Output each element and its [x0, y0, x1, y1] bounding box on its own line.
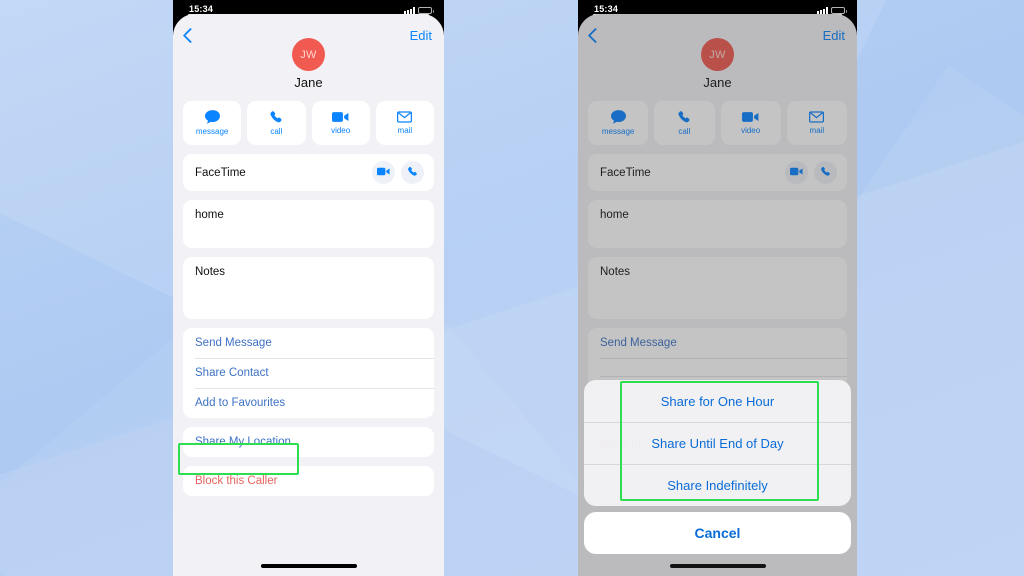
contact-name: Jane: [294, 75, 323, 90]
battery-icon: [418, 7, 434, 14]
action-share-contact[interactable]: Share Contact: [183, 358, 434, 388]
field-notes[interactable]: Notes: [183, 257, 434, 319]
quick-action-mail[interactable]: mail: [375, 101, 434, 145]
facetime-audio-button[interactable]: [401, 161, 424, 184]
back-chevron-icon[interactable]: [182, 27, 199, 44]
status-bar: 15:34: [173, 0, 444, 14]
action-sheet-options-group: Share for One Hour Share Until End of Da…: [584, 380, 851, 506]
share-location-action-sheet: Share for One Hour Share Until End of Da…: [584, 380, 851, 554]
sheet-cancel-button[interactable]: Cancel: [584, 512, 851, 554]
action-send-message[interactable]: Send Message: [183, 328, 434, 358]
quick-action-label: video: [331, 126, 351, 135]
block-caller-card: Block this Caller: [183, 466, 434, 496]
action-block-this-caller[interactable]: Block this Caller: [183, 466, 434, 496]
contact-detail-screen: Edit JW Jane message call video mail Fac…: [578, 14, 857, 576]
mail-icon: [397, 111, 413, 123]
action-add-to-favourites[interactable]: Add to Favourites: [183, 388, 434, 418]
phone-icon: [269, 110, 283, 124]
phone-icon: [407, 166, 418, 180]
contact-actions-card: Send Message Share Contact Add to Favour…: [183, 328, 434, 418]
facetime-card: FaceTime: [183, 154, 434, 191]
quick-action-bar: message call video mail: [173, 90, 444, 145]
quick-action-label: call: [270, 127, 283, 136]
status-bar: 15:34: [578, 0, 857, 14]
message-icon: [204, 110, 220, 124]
share-location-card: Share My Location: [183, 427, 434, 457]
video-icon: [332, 111, 349, 123]
status-bar-time: 15:34: [189, 4, 214, 14]
cellular-signal-icon: [404, 7, 415, 14]
facetime-video-button[interactable]: [372, 161, 395, 184]
notes-card: Notes: [183, 257, 434, 319]
facetime-label: FaceTime: [195, 166, 246, 179]
facetime-row[interactable]: FaceTime: [183, 154, 434, 191]
quick-action-label: mail: [397, 126, 413, 135]
background-wallpaper: [0, 0, 1024, 576]
phone-screenshot-right: 15:34 Edit JW Jane message call video ma…: [578, 0, 857, 576]
home-address-card: home: [183, 200, 434, 248]
battery-icon: [831, 7, 847, 14]
contact-detail-screen: Edit JW Jane message call video mail Fac…: [173, 14, 444, 576]
video-icon: [377, 167, 390, 179]
cellular-signal-icon: [817, 7, 828, 14]
status-bar-time: 15:34: [594, 4, 619, 14]
sheet-option-share-until-end-of-day[interactable]: Share Until End of Day: [584, 422, 851, 464]
edit-button[interactable]: Edit: [410, 28, 432, 43]
sheet-option-share-one-hour[interactable]: Share for One Hour: [584, 380, 851, 422]
field-home[interactable]: home: [183, 200, 434, 248]
phone-screenshot-left: 15:34 Edit JW Jane message call video ma…: [173, 0, 444, 576]
home-indicator: [260, 564, 357, 568]
quick-action-label: message: [195, 127, 229, 136]
quick-action-message[interactable]: message: [183, 101, 242, 145]
action-share-my-location[interactable]: Share My Location: [183, 427, 434, 457]
quick-action-call[interactable]: call: [247, 101, 306, 145]
sheet-option-share-indefinitely[interactable]: Share Indefinitely: [584, 464, 851, 506]
navigation-bar: Edit: [173, 14, 444, 50]
quick-action-video[interactable]: video: [311, 101, 370, 145]
